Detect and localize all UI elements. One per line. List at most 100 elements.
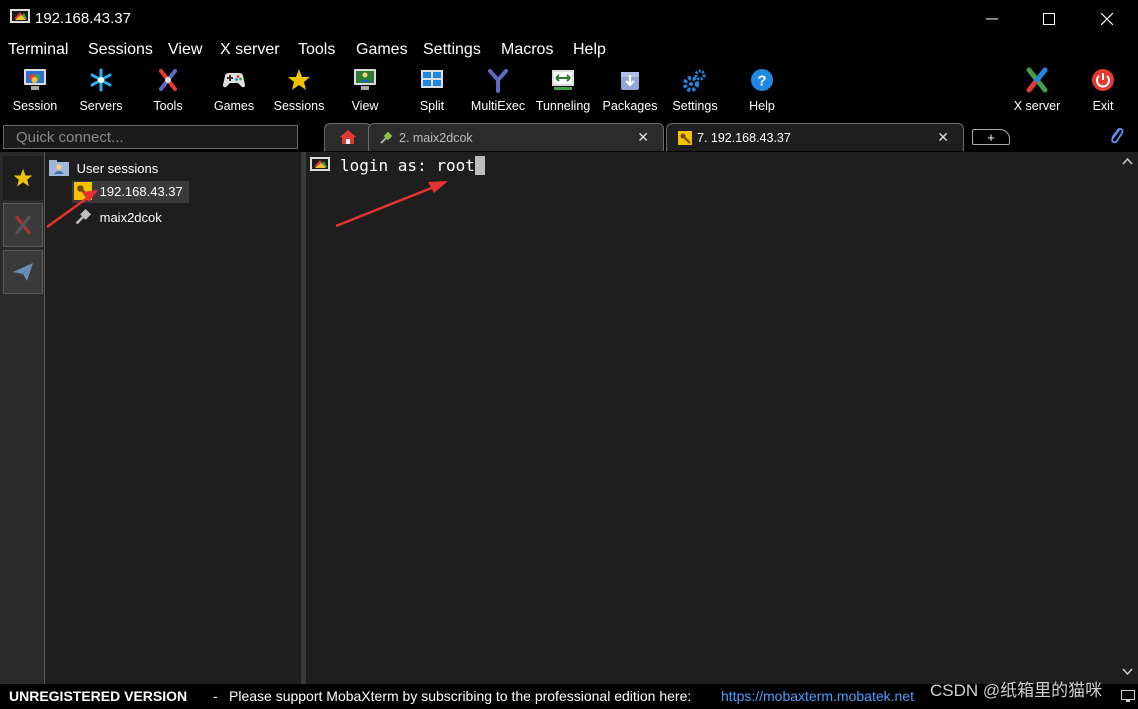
tools-button[interactable]: Tools	[133, 64, 203, 118]
split-icon	[421, 70, 443, 88]
star-icon	[13, 168, 33, 187]
maximize-button[interactable]	[1020, 0, 1078, 38]
plug-icon	[380, 131, 393, 144]
menu-macros[interactable]: Macros	[501, 41, 553, 59]
tree-session-label: maix2dcok	[99, 210, 162, 225]
multiexec-icon	[488, 69, 508, 93]
mobaxterm-logo-icon	[10, 9, 30, 23]
star-icon	[288, 69, 310, 90]
minimize-button[interactable]	[963, 0, 1021, 38]
tunneling-icon	[552, 70, 574, 90]
menu-settings[interactable]: Settings	[423, 41, 481, 59]
menu-terminal[interactable]: Terminal	[8, 41, 68, 59]
servers-button[interactable]: Servers	[66, 64, 136, 118]
scroll-down-icon[interactable]	[1122, 668, 1133, 676]
split-label: Split	[419, 99, 445, 113]
x-server-button[interactable]: X server	[1002, 64, 1072, 118]
tunneling-label: Tunneling	[535, 99, 591, 113]
settings-button[interactable]: Settings	[660, 64, 730, 118]
power-icon	[1092, 69, 1114, 91]
packages-button[interactable]: Packages	[595, 64, 665, 118]
terminal-pane[interactable]: login as: root	[306, 152, 1117, 684]
packages-icon	[621, 72, 639, 90]
terminal-scrollbar[interactable]	[1117, 152, 1138, 684]
close-tab-icon[interactable]: ✕	[937, 129, 949, 146]
tools-icon	[15, 215, 31, 235]
settings-label: Settings	[672, 99, 718, 113]
menu-games[interactable]: Games	[356, 41, 408, 59]
tools-label: Tools	[153, 99, 183, 113]
attachment-icon[interactable]	[1107, 126, 1125, 144]
minimize-icon	[986, 18, 998, 20]
title-bar: 192.168.43.37	[0, 0, 1138, 38]
close-button[interactable]	[1078, 0, 1136, 38]
mobaxterm-link[interactable]: https://mobaxterm.mobatek.net	[721, 688, 914, 704]
unregistered-label: UNREGISTERED VERSION	[9, 688, 188, 704]
sidebar-tab-sftp[interactable]	[3, 250, 43, 294]
servers-label: Servers	[79, 99, 123, 113]
split-button[interactable]: Split	[397, 64, 467, 118]
tools-icon	[159, 69, 177, 91]
sessions-label: Sessions	[273, 99, 325, 113]
tab-home[interactable]	[324, 123, 372, 151]
csdn-watermark: CSDN @纸箱里的猫咪	[930, 681, 1103, 700]
help-label: Help	[749, 99, 775, 113]
tree-session-192-168-43-37[interactable]: 192.168.43.37	[72, 181, 189, 203]
exit-label: Exit	[1092, 99, 1114, 113]
sidebar-tab-sessions[interactable]	[3, 156, 43, 200]
games-button[interactable]: Games	[199, 64, 269, 118]
status-bar: UNREGISTERED VERSION - Please support Mo…	[0, 681, 1138, 709]
ssh-key-icon	[74, 182, 92, 200]
exit-button[interactable]: Exit	[1068, 64, 1138, 118]
tab-maix2dcok[interactable]: 2. maix2dcok ✕	[368, 123, 664, 151]
view-monitor-icon	[354, 69, 376, 90]
menu-x-server[interactable]: X server	[220, 41, 280, 59]
tab-label: 7. 192.168.43.37	[697, 131, 791, 145]
view-button[interactable]: View	[330, 64, 400, 118]
games-label: Games	[213, 99, 255, 113]
menu-tools[interactable]: Tools	[298, 41, 335, 59]
sessions-button[interactable]: Sessions	[264, 64, 334, 118]
multiexec-button[interactable]: MultiExec	[463, 64, 533, 118]
session-label: Session	[12, 99, 58, 113]
ssh-key-icon	[678, 131, 692, 145]
tree-folder-user-sessions[interactable]: User sessions	[49, 160, 158, 176]
tunneling-button[interactable]: Tunneling	[528, 64, 598, 118]
gears-icon	[683, 69, 706, 92]
home-icon	[340, 130, 356, 144]
multiexec-label: MultiExec	[470, 99, 526, 113]
gamepad-icon	[223, 73, 245, 88]
close-tab-icon[interactable]: ✕	[637, 129, 649, 146]
terminal-line: login as: root	[340, 156, 485, 175]
tree-session-label: 192.168.43.37	[99, 184, 183, 199]
session-monitor-icon	[24, 69, 46, 90]
menu-bar: Terminal Sessions View X server Tools Ga…	[0, 38, 1138, 62]
x-server-icon	[1026, 67, 1048, 93]
tree-session-maix2dcok[interactable]: maix2dcok	[74, 208, 162, 226]
quick-connect	[3, 125, 298, 149]
sidebar-tabs	[0, 152, 45, 684]
window-title: 192.168.43.37	[35, 10, 131, 27]
menu-help[interactable]: Help	[573, 41, 606, 59]
tab-label: 2. maix2dcok	[399, 131, 473, 145]
scroll-up-icon[interactable]	[1122, 157, 1133, 165]
menu-view[interactable]: View	[168, 41, 202, 59]
x-server-label: X server	[1013, 99, 1061, 113]
tree-folder-label: User sessions	[76, 161, 159, 176]
menu-sessions[interactable]: Sessions	[88, 41, 153, 59]
quick-connect-input[interactable]	[4, 126, 297, 148]
maximize-icon	[1043, 13, 1055, 25]
session-button[interactable]: Session	[0, 64, 70, 118]
packages-label: Packages	[602, 99, 658, 113]
servers-star-icon	[90, 68, 112, 92]
support-message: Please support MobaXterm by subscribing …	[229, 688, 692, 704]
sidebar-tab-tools[interactable]	[3, 203, 43, 247]
tab-strip: 2. maix2dcok ✕ 7. 192.168.43.37 ✕ +	[302, 120, 1138, 152]
help-button[interactable]: ? Help	[727, 64, 797, 118]
terminal-cursor	[474, 156, 485, 175]
view-label: View	[351, 99, 379, 113]
session-tree: User sessions 192.168.43.37 maix2dcok	[45, 152, 301, 684]
new-tab-button[interactable]: +	[972, 129, 1010, 145]
plus-icon: +	[987, 129, 995, 145]
tab-192-168-43-37[interactable]: 7. 192.168.43.37 ✕	[666, 123, 964, 151]
